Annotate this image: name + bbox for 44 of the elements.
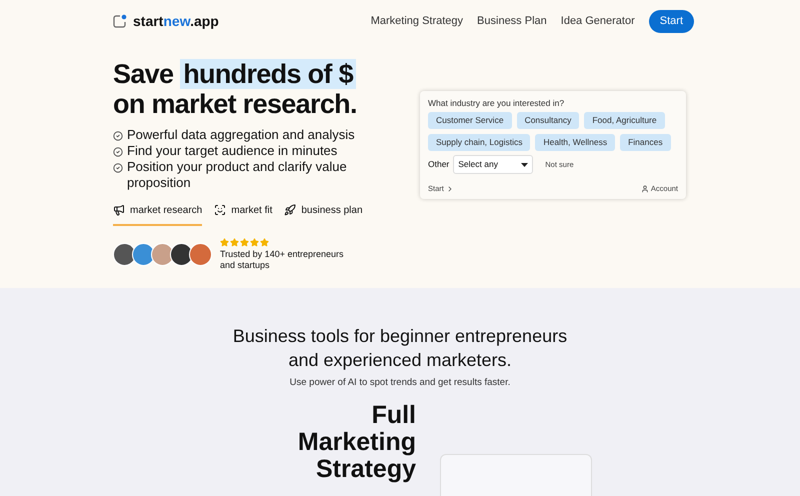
star-icon xyxy=(230,238,239,246)
avatar xyxy=(151,242,174,266)
industry-chip[interactable]: Finances xyxy=(620,134,671,152)
logo-icon xyxy=(113,14,127,28)
industry-select[interactable]: Select any xyxy=(453,155,534,174)
star-icon xyxy=(260,238,269,246)
benefit-text: Powerful data aggregation and analysis xyxy=(127,126,355,142)
dropdown-icon xyxy=(521,162,528,167)
star-icon xyxy=(250,238,259,246)
feature-tab[interactable]: market research xyxy=(113,202,202,226)
tab-icon xyxy=(284,204,296,216)
avatar xyxy=(189,242,212,266)
industry-chip[interactable]: Customer Service xyxy=(428,112,512,130)
star-icon xyxy=(240,238,249,246)
industry-chip[interactable]: Supply chain, Logistics xyxy=(428,134,530,152)
avatar xyxy=(113,242,136,266)
tools-heading: Business tools for beginner entrepreneurs and experienced marketers. xyxy=(232,325,568,372)
star-icon xyxy=(220,238,229,246)
benefit-text: Position your product and clarify value proposition xyxy=(127,158,348,190)
nav-link[interactable]: Business Plan xyxy=(477,13,547,30)
industry-chip[interactable]: Food, Agriculture xyxy=(584,112,665,130)
start-button[interactable]: Start xyxy=(648,10,694,32)
check-icon xyxy=(113,130,123,140)
feature-title: Full Marketing Strategy xyxy=(296,402,416,486)
check-icon xyxy=(113,162,123,172)
question-text: What industry are you interested in? xyxy=(428,96,566,110)
industry-chip[interactable]: Health, Wellness xyxy=(535,134,616,152)
tools-subtitle: Use power of AI to spot trends and get results faster. xyxy=(290,376,510,390)
tab-icon xyxy=(214,204,226,216)
industry-chip[interactable]: Consultancy xyxy=(516,112,580,130)
other-label: Other xyxy=(428,158,450,172)
headline: Save hundreds of $ on market research. xyxy=(113,58,358,118)
avatar xyxy=(132,242,155,266)
check-icon xyxy=(113,146,123,156)
logo-text[interactable]: startnew.app xyxy=(133,10,219,32)
avatar xyxy=(170,242,193,266)
nav-link[interactable]: Idea Generator xyxy=(560,13,635,30)
feature-tab[interactable]: business plan xyxy=(284,202,363,226)
feature-tab[interactable]: market fit xyxy=(214,202,272,226)
nav-link[interactable]: Marketing Strategy xyxy=(370,13,464,30)
tab-icon xyxy=(113,204,125,216)
benefit-text: Find your target audience in minutes xyxy=(127,142,338,158)
user-icon xyxy=(640,184,649,193)
trust-text: Trusted by 140+ entrepreneurs and startups xyxy=(220,248,344,270)
